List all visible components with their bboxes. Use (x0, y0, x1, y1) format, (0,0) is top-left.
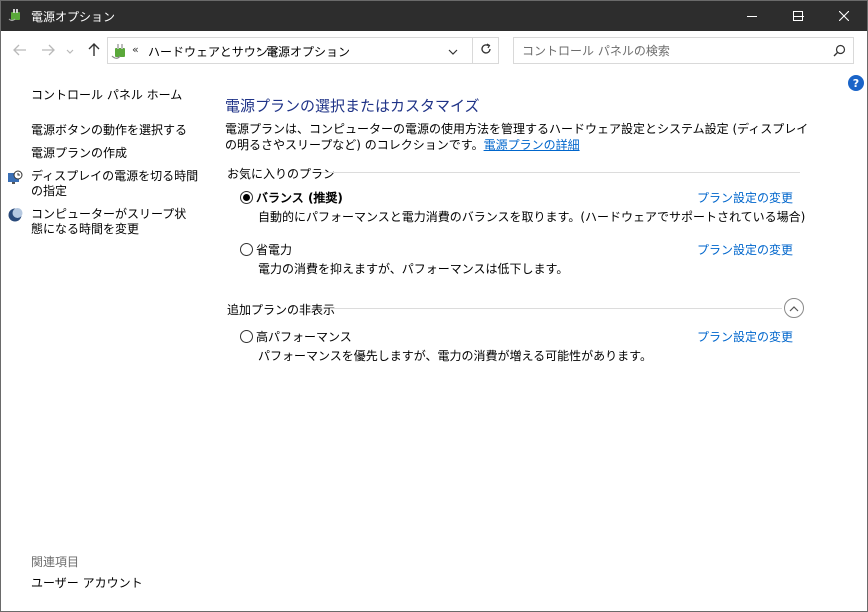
sidebar-item-create-plan[interactable]: 電源プランの作成 (31, 146, 127, 161)
plan-radio-high-performance[interactable] (240, 330, 253, 343)
minimize-button-hit[interactable] (729, 0, 775, 31)
plan-name-balanced[interactable]: バランス (推奨) (256, 189, 343, 206)
minimize-icon (747, 11, 757, 21)
forward-arrow-icon (41, 44, 55, 59)
sidebar-item-sleep-timeout[interactable]: コンピューターがスリープ状態になる時間を変更 (31, 207, 196, 237)
related-item-user-accounts[interactable]: ユーザー アカウント (31, 576, 143, 591)
maximize-icon (793, 10, 803, 21)
sidebar-control-panel-home[interactable]: コントロール パネル ホーム (31, 88, 182, 103)
plan-name-power-saver[interactable]: 省電力 (256, 241, 292, 258)
plan-settings-link-power-saver[interactable]: プラン設定の変更 (697, 241, 793, 258)
search-box[interactable] (513, 37, 854, 64)
recent-dropdown-icon (66, 44, 74, 58)
search-input[interactable] (522, 42, 822, 59)
display-clock-icon (7, 170, 23, 189)
up-button[interactable] (84, 41, 104, 61)
plan-settings-link-high-performance[interactable]: プラン設定の変更 (697, 328, 793, 345)
hidden-plans-label: 追加プランの非表示 (227, 303, 336, 317)
chevron-down-icon (448, 44, 458, 58)
back-arrow-icon (13, 44, 27, 59)
favorites-group-label: お気に入りのプラン (227, 167, 336, 181)
plan-radio-balanced[interactable] (240, 191, 253, 204)
breadcrumb-separator[interactable]: › (256, 43, 260, 56)
sidebar-item-display-timeout[interactable]: ディスプレイの電源を切る時間の指定 (31, 169, 201, 199)
hide-plans-toggle[interactable] (784, 298, 804, 318)
plan-desc-power-saver: 電力の消費を抑えますが、パフォーマンスは低下します。 (258, 262, 569, 276)
help-button[interactable]: ? (848, 75, 864, 91)
power-options-icon (111, 42, 129, 60)
breadcrumb-overflow[interactable]: « (132, 43, 139, 56)
close-button[interactable] (821, 0, 867, 31)
power-options-icon (8, 7, 24, 23)
address-bar[interactable]: « ハードウェアとサウンド › 電源オプション (107, 37, 499, 64)
maximize-button-hit[interactable] (775, 0, 821, 31)
refresh-icon (480, 43, 492, 58)
page-title: 電源プランの選択またはカスタマイズ (225, 97, 480, 115)
forward-button[interactable] (38, 41, 58, 61)
address-dropdown-button[interactable] (442, 38, 464, 63)
hidden-plans-divider (330, 308, 782, 309)
moon-sleep-icon (7, 207, 23, 226)
plan-name-high-performance[interactable]: 高パフォーマンス (256, 328, 352, 345)
back-button[interactable] (10, 41, 30, 61)
power-plan-details-link[interactable]: 電源プランの詳細 (484, 138, 580, 152)
up-arrow-icon (88, 42, 100, 60)
window-title: 電源オプション (31, 10, 116, 24)
refresh-button[interactable] (472, 38, 499, 63)
help-icon: ? (852, 76, 860, 90)
search-icon[interactable] (833, 44, 846, 60)
close-icon (839, 10, 849, 21)
related-heading: 関連項目 (31, 555, 80, 569)
recent-locations-button[interactable] (63, 41, 77, 61)
sidebar-item-power-button[interactable]: 電源ボタンの動作を選択する (31, 123, 187, 138)
favorites-divider (322, 172, 800, 173)
chevron-up-icon (789, 301, 799, 315)
plan-settings-link-balanced[interactable]: プラン設定の変更 (697, 189, 793, 206)
plan-radio-power-saver[interactable] (240, 243, 253, 256)
breadcrumb-power-options[interactable]: 電源オプション (266, 43, 350, 60)
page-description: 電源プランは、コンピューターの電源の使用方法を管理するハードウェア設定とシステム… (225, 121, 810, 153)
plan-desc-high-performance: パフォーマンスを優先しますが、電力の消費が増える可能性があります。 (258, 349, 652, 363)
plan-desc-balanced: 自動的にパフォーマンスと電力消費のバランスを取ります。(ハードウェアでサポートさ… (258, 210, 806, 224)
